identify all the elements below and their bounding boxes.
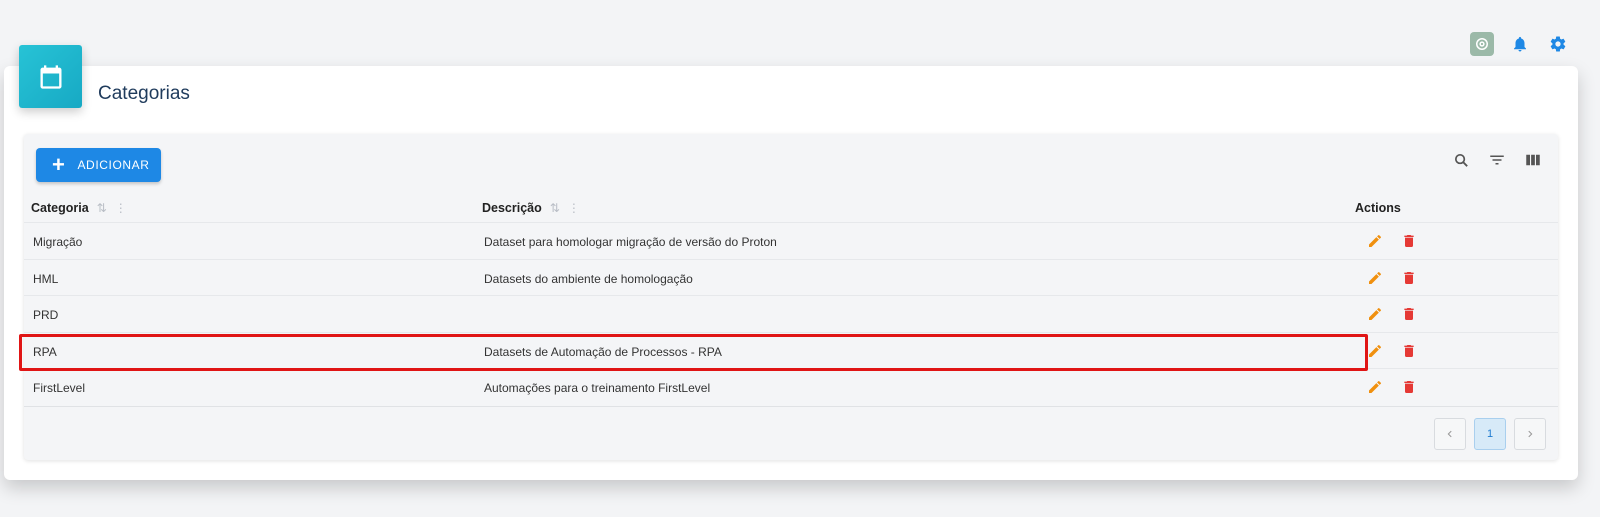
page-title: Categorias <box>98 83 190 104</box>
chevron-right-icon <box>1528 430 1533 438</box>
columns-icon[interactable] <box>1524 151 1542 169</box>
bell-icon[interactable] <box>1508 32 1532 56</box>
cell-categoria: Migração <box>33 235 83 249</box>
column-header-label: Actions <box>1355 201 1401 215</box>
table-toolbar <box>1452 151 1542 169</box>
edit-icon[interactable] <box>1366 269 1384 287</box>
edit-icon[interactable] <box>1366 232 1384 250</box>
column-menu-icon[interactable]: ⋮ <box>115 201 127 215</box>
edit-icon[interactable] <box>1366 378 1384 396</box>
row-actions <box>1366 232 1418 250</box>
row-actions <box>1366 269 1418 287</box>
column-header-label: Descrição <box>482 201 542 215</box>
cell-descricao: Dataset para homologar migração de versã… <box>484 235 777 249</box>
delete-icon[interactable] <box>1400 342 1418 360</box>
add-button[interactable]: + ADICIONAR <box>36 148 161 182</box>
chevron-left-icon <box>1447 430 1452 438</box>
table-row[interactable]: FirstLevel Automações para o treinamento… <box>24 368 1558 405</box>
next-page-button[interactable] <box>1514 418 1546 450</box>
top-icon-bar <box>1470 32 1570 56</box>
data-table: + ADICIONAR Categoria ⇅ ⋮ Descrição ⇅ ⋮ … <box>24 134 1558 460</box>
ai-assistant-icon[interactable] <box>1470 32 1494 56</box>
add-button-label: ADICIONAR <box>77 158 150 172</box>
calendar-icon <box>19 45 82 108</box>
cell-descricao: Datasets de Automação de Processos - RPA <box>484 344 722 359</box>
delete-icon[interactable] <box>1400 269 1418 287</box>
column-header-categoria[interactable]: Categoria ⇅ ⋮ <box>31 201 127 215</box>
pagination: 1 <box>1434 418 1546 450</box>
table-row[interactable]: HML Datasets do ambiente de homologação <box>24 258 1558 296</box>
column-header-actions: Actions <box>1355 201 1401 215</box>
delete-icon[interactable] <box>1400 305 1418 323</box>
edit-icon[interactable] <box>1366 342 1384 360</box>
filter-icon[interactable] <box>1488 151 1506 169</box>
row-actions <box>1366 378 1418 396</box>
cell-descricao: Datasets do ambiente de homologação <box>484 271 693 286</box>
gear-icon[interactable] <box>1546 32 1570 56</box>
search-icon[interactable] <box>1452 151 1470 169</box>
cell-categoria: PRD <box>33 308 59 322</box>
delete-icon[interactable] <box>1400 232 1418 250</box>
table-footer-divider <box>24 406 1558 407</box>
edit-icon[interactable] <box>1366 305 1384 323</box>
sort-icon[interactable]: ⇅ <box>97 201 107 215</box>
sort-icon[interactable]: ⇅ <box>550 201 560 215</box>
page-button-current[interactable]: 1 <box>1474 418 1506 450</box>
row-actions <box>1366 305 1418 323</box>
table-body: Migração Dataset para homologar migração… <box>24 222 1558 405</box>
prev-page-button[interactable] <box>1434 418 1466 450</box>
table-row[interactable]: Migração Dataset para homologar migração… <box>24 222 1558 259</box>
plus-icon: + <box>52 152 66 177</box>
column-header-descricao[interactable]: Descrição ⇅ ⋮ <box>482 201 580 215</box>
row-actions <box>1366 342 1418 360</box>
column-header-label: Categoria <box>31 201 89 215</box>
cell-categoria: HML <box>33 271 59 286</box>
cell-descricao: Automações para o treinamento FirstLevel <box>484 381 711 395</box>
column-menu-icon[interactable]: ⋮ <box>568 201 580 215</box>
table-row[interactable]: PRD <box>24 295 1558 332</box>
table-row[interactable]: RPA Datasets de Automação de Processos -… <box>24 331 1558 369</box>
cell-categoria: RPA <box>33 344 57 359</box>
table-header: Categoria ⇅ ⋮ Descrição ⇅ ⋮ Actions <box>24 194 1558 222</box>
cell-categoria: FirstLevel <box>33 381 86 395</box>
delete-icon[interactable] <box>1400 378 1418 396</box>
